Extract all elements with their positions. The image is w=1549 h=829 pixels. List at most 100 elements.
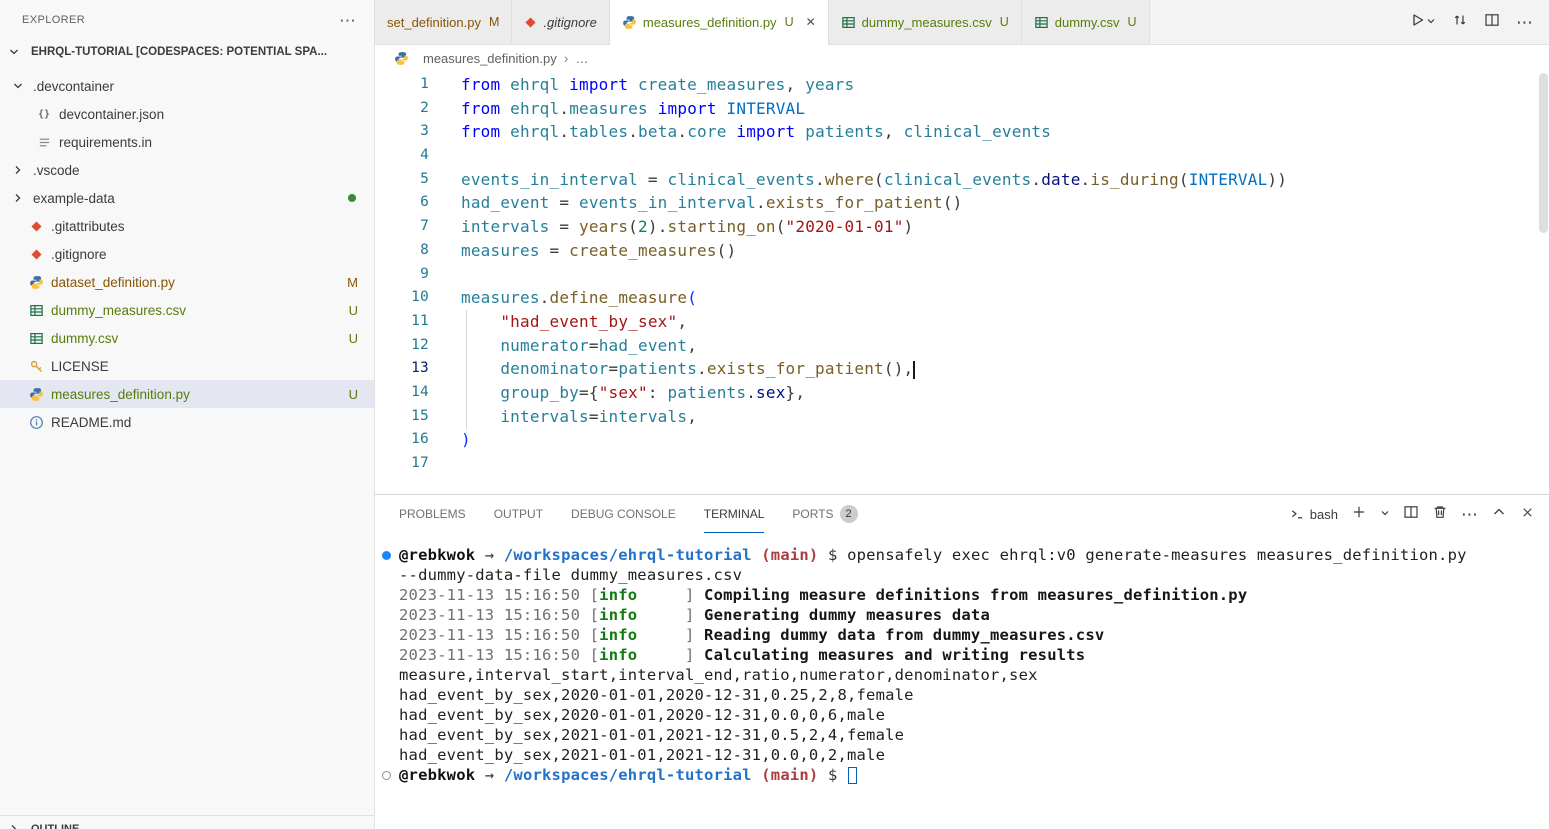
code-line-17[interactable] [461, 452, 1549, 476]
tree-item-.gitignore[interactable]: .gitignore [0, 240, 374, 268]
tree-item-requirements.in[interactable]: requirements.in [0, 128, 374, 156]
git-status-badge: M [489, 15, 499, 29]
code-line-3[interactable]: from ehrql.tables.beta.core import patie… [461, 120, 1549, 144]
tree-item-devcontainer.json[interactable]: {}devcontainer.json [0, 100, 374, 128]
close-icon [1520, 505, 1535, 524]
chevron-down-icon [4, 44, 24, 60]
panel-tabs: PROBLEMS OUTPUT DEBUG CONSOLE TERMINAL PORTS… [399, 495, 886, 533]
close-icon[interactable]: ✕ [806, 15, 816, 29]
terminal[interactable]: @rebkwok → /workspaces/ehrql-tutorial (m… [375, 533, 1549, 829]
python-icon [391, 50, 411, 66]
tab-set_definition.py[interactable]: set_definition.pyM [375, 0, 512, 44]
line-number: 8 [375, 239, 429, 263]
code-line-7[interactable]: intervals = years(2).starting_on("2020-0… [461, 215, 1549, 239]
terminal-line-11: had_event_by_sex,2021-01-01,2021-12-31,0… [375, 745, 1549, 765]
split-terminal-button[interactable] [1403, 504, 1419, 524]
code-line-12[interactable]: numerator=had_event, [461, 334, 1549, 358]
command-decoration-icon[interactable] [382, 551, 391, 560]
shell-label: bash [1310, 507, 1338, 522]
code-line-14[interactable]: group_by={"sex": patients.sex}, [461, 381, 1549, 405]
tab-.gitignore[interactable]: .gitignore [512, 0, 609, 44]
terminal-icon [1290, 507, 1305, 522]
tab-dummy_measures.csv[interactable]: dummy_measures.csvU [829, 0, 1022, 44]
tree-item-.gitattributes[interactable]: .gitattributes [0, 212, 374, 240]
panel-tab-terminal[interactable]: TERMINAL [704, 495, 765, 533]
split-icon [1484, 12, 1500, 32]
kill-terminal-button[interactable] [1432, 504, 1448, 524]
code-line-1[interactable]: from ehrql import create_measures, years [461, 73, 1549, 97]
tree-item-measures_definition.py[interactable]: measures_definition.pyU [0, 380, 374, 408]
file-name: example-data [33, 191, 115, 206]
open-changes-button[interactable] [1452, 12, 1468, 32]
run-python-file-button[interactable] [1409, 12, 1436, 32]
tree-item-.devcontainer[interactable]: .devcontainer [0, 72, 374, 100]
panel-more-actions-button[interactable]: ⋯ [1461, 506, 1478, 523]
code-line-16[interactable]: ) [461, 428, 1549, 452]
git-status-badge: U [1000, 15, 1009, 29]
new-terminal-button[interactable] [1351, 504, 1367, 524]
scrollbar-thumb[interactable] [1539, 73, 1548, 233]
code-line-5[interactable]: events_in_interval = clinical_events.whe… [461, 168, 1549, 192]
maximize-panel-button[interactable] [1491, 504, 1507, 524]
code-line-11[interactable]: "had_event_by_sex", [461, 310, 1549, 334]
tab-dummy.csv[interactable]: dummy.csvU [1022, 0, 1150, 44]
workspace-root-header[interactable]: EHRQL-TUTORIAL [CODESPACES: POTENTIAL SP… [0, 40, 374, 64]
indent-guide [466, 310, 467, 429]
code-line-10[interactable]: measures.define_measure( [461, 286, 1549, 310]
code-line-6[interactable]: had_event = events_in_interval.exists_fo… [461, 191, 1549, 215]
more-actions-button[interactable]: ⋯ [1516, 14, 1533, 31]
tree-item-dummy.csv[interactable]: dummy.csvU [0, 324, 374, 352]
python-icon [26, 386, 46, 402]
tree-item-example-data[interactable]: example-data [0, 184, 374, 212]
explorer-more-actions-button[interactable]: ⋯ [339, 12, 356, 29]
panel-header: PROBLEMS OUTPUT DEBUG CONSOLE TERMINAL PORTS… [375, 495, 1549, 533]
tree-item-dummy_measures.csv[interactable]: dummy_measures.csvU [0, 296, 374, 324]
terminal-line-6: 2023-11-13 15:16:50 [info ] Calculating … [375, 645, 1549, 665]
tree-item-.vscode[interactable]: .vscode [0, 156, 374, 184]
panel-tab-problems[interactable]: PROBLEMS [399, 495, 466, 533]
terminal-line-12: @rebkwok → /workspaces/ehrql-tutorial (m… [375, 765, 1549, 785]
code-line-9[interactable] [461, 263, 1549, 287]
code-line-8[interactable]: measures = create_measures() [461, 239, 1549, 263]
code-line-15[interactable]: intervals=intervals, [461, 405, 1549, 429]
trash-icon [1432, 504, 1448, 524]
close-panel-button[interactable] [1520, 505, 1535, 524]
git-icon [26, 246, 46, 262]
panel-tab-output[interactable]: OUTPUT [494, 495, 543, 533]
breadcrumb-file[interactable]: measures_definition.py [423, 51, 557, 66]
panel-tab-debug-console[interactable]: DEBUG CONSOLE [571, 495, 676, 533]
line-number: 14 [375, 381, 429, 405]
launch-profile-button[interactable] [1380, 506, 1390, 522]
plus-icon [1351, 504, 1367, 524]
breadcrumb-separator: › [564, 50, 569, 66]
terminal-shell-selector[interactable]: bash [1290, 507, 1338, 522]
code-line-13[interactable]: denominator=patients.exists_for_patient(… [461, 357, 1549, 381]
tree-item-README.md[interactable]: README.md [0, 408, 374, 436]
chevron-up-icon [1491, 504, 1507, 524]
breadcrumb-symbol[interactable]: … [575, 51, 588, 66]
panel-tab-ports[interactable]: PORTS2 [792, 495, 857, 533]
editor-scrollbar[interactable] [1538, 71, 1549, 494]
git-status-badge: U [349, 303, 358, 318]
file-name: dataset_definition.py [51, 275, 175, 290]
tab-label: .gitignore [543, 15, 596, 30]
terminal-cursor [848, 767, 857, 784]
command-decoration-icon[interactable] [382, 771, 391, 780]
line-number: 3 [375, 120, 429, 144]
tab-measures_definition.py[interactable]: measures_definition.pyU✕ [610, 0, 829, 44]
file-name: .devcontainer [33, 79, 114, 94]
git-status-badge: U [349, 387, 358, 402]
tree-item-LICENSE[interactable]: LICENSE [0, 352, 374, 380]
code-line-4[interactable] [461, 144, 1549, 168]
git-status-badge: M [347, 275, 358, 290]
split-editor-button[interactable] [1484, 12, 1500, 32]
terminal-line-8: had_event_by_sex,2020-01-01,2020-12-31,0… [375, 685, 1549, 705]
tree-item-dataset_definition.py[interactable]: dataset_definition.py M [0, 268, 374, 296]
outline-section-header[interactable]: OUTLINE [0, 815, 374, 829]
tab-list: set_definition.pyM .gitignore measures_def… [375, 0, 1150, 44]
code-line-2[interactable]: from ehrql.measures import INTERVAL [461, 97, 1549, 121]
csv-icon [841, 15, 856, 30]
code-editor[interactable]: 1234567891011121314151617 from ehrql imp… [375, 71, 1549, 494]
ports-count-badge: 2 [840, 505, 858, 523]
editor-group: set_definition.pyM .gitignore measures_def… [375, 0, 1549, 829]
